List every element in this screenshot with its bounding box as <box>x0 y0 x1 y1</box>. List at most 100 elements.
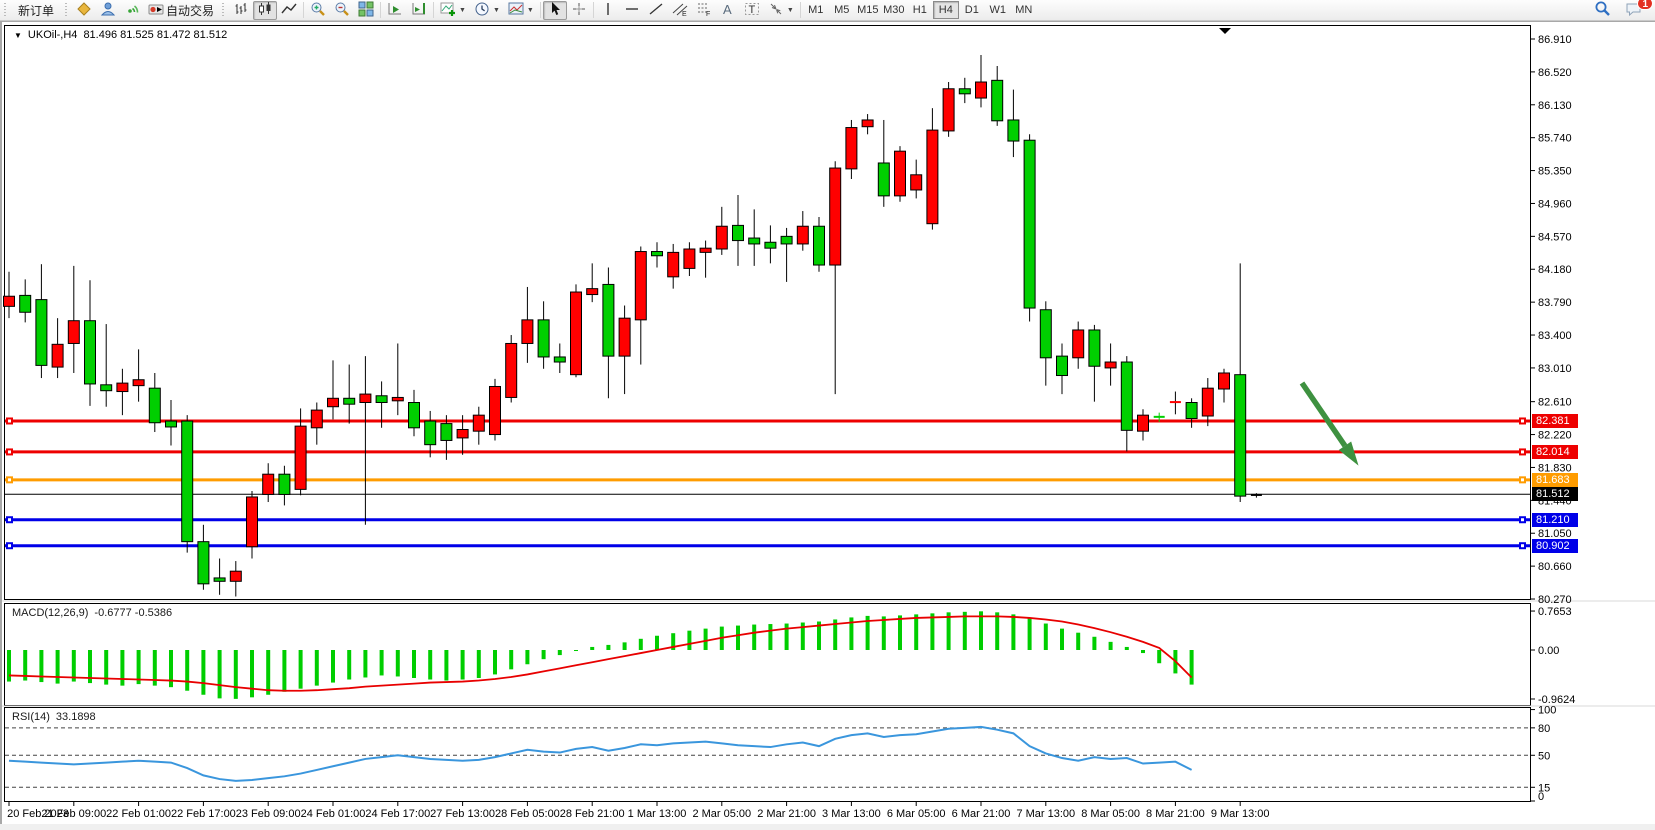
line-chart-button[interactable] <box>277 1 301 20</box>
time-label: 1 Mar 13:00 <box>628 808 687 820</box>
candle-body <box>943 89 954 131</box>
reports-icon <box>76 1 92 20</box>
trendline-button[interactable] <box>644 1 668 20</box>
zoom-in-button[interactable] <box>306 1 330 20</box>
candlestick-button[interactable] <box>253 1 277 20</box>
chart-shift-button[interactable] <box>407 1 431 20</box>
time-label: 22 Feb 01:00 <box>106 808 171 820</box>
tile-windows-button[interactable] <box>354 1 378 20</box>
signals-button[interactable] <box>120 1 144 20</box>
candle-body <box>328 398 339 406</box>
candle-body <box>992 80 1003 120</box>
cursor-button[interactable] <box>543 1 567 20</box>
candle-body <box>587 289 598 295</box>
chevron-down-icon: ▼ <box>493 7 500 14</box>
candle-body <box>295 426 306 489</box>
time-label: 6 Mar 05:00 <box>887 808 946 820</box>
notifications-button[interactable]: 1 <box>1621 1 1647 20</box>
time-label: 27 Feb 13:00 <box>430 808 495 820</box>
timeframe-M5[interactable]: M5 <box>829 1 855 19</box>
candle-body <box>765 242 776 248</box>
accounts-button[interactable] <box>96 1 120 20</box>
zoom-out-button[interactable] <box>330 1 354 20</box>
toolbar-drag-handle[interactable] <box>221 3 226 18</box>
timeframe-MN[interactable]: MN <box>1011 1 1037 19</box>
toolbar-separator <box>433 2 434 18</box>
label-button[interactable]: T <box>740 1 764 20</box>
indicators-icon <box>440 1 456 20</box>
templates-icon <box>508 1 524 20</box>
channel-icon: E <box>672 1 688 20</box>
candle-body <box>68 321 79 344</box>
chart-collapse-icon[interactable]: ▼ <box>14 31 22 40</box>
timeframe-D1[interactable]: D1 <box>959 1 985 19</box>
time-label: 28 Feb 05:00 <box>495 808 560 820</box>
toolbar-drag-handle[interactable] <box>64 3 69 18</box>
svg-text:E: E <box>682 11 687 17</box>
reports-button[interactable] <box>72 1 96 20</box>
price-line-anchor-dot <box>8 544 11 547</box>
timeframe-M15[interactable]: M15 <box>855 1 881 19</box>
templates-button[interactable]: ▼ <box>504 1 538 20</box>
candle-body <box>1057 356 1068 375</box>
candle-body <box>441 424 452 441</box>
price-line-anchor-dot <box>1521 419 1524 422</box>
toolbar-drag-handle[interactable] <box>3 3 8 18</box>
auto-scroll-button[interactable] <box>383 1 407 20</box>
candle-body <box>230 571 241 581</box>
candle-body <box>360 394 371 402</box>
candle-body <box>409 403 420 428</box>
time-label: 21 Feb 09:00 <box>41 808 106 820</box>
candle-body <box>4 296 15 306</box>
zoom-in-icon <box>310 1 326 20</box>
candle-body <box>797 226 808 244</box>
candle-body <box>554 357 565 362</box>
new-order-button[interactable]: 新订单 <box>11 1 61 20</box>
label-icon: T <box>744 1 760 20</box>
price-line-anchor-dot <box>8 478 11 481</box>
candle-body <box>684 249 695 268</box>
trendline-icon <box>648 1 664 20</box>
vertical-line-button[interactable] <box>596 1 620 20</box>
price-tick-label: 80.270 <box>1538 594 1572 606</box>
toolbar-separator <box>593 2 594 18</box>
channel-button[interactable]: E <box>668 1 692 20</box>
horizontal-line-button[interactable] <box>620 1 644 20</box>
price-line-anchor-dot <box>1521 518 1524 521</box>
timeframe-M1[interactable]: M1 <box>803 1 829 19</box>
timeframe-H1[interactable]: H1 <box>907 1 933 19</box>
bar-chart-button[interactable] <box>229 1 253 20</box>
time-label: 8 Mar 05:00 <box>1081 808 1140 820</box>
chart-window[interactable]: 86.91086.52086.13085.74085.35084.96084.5… <box>0 21 1655 824</box>
price-tick-label: 84.180 <box>1538 264 1572 276</box>
text-button[interactable]: A <box>716 1 740 20</box>
autotrade-button[interactable]: 自动交易 <box>144 1 218 20</box>
chart-canvas[interactable]: 86.91086.52086.13085.74085.35084.96084.5… <box>2 22 1655 825</box>
time-label: 28 Feb 21:00 <box>560 808 625 820</box>
candle-body <box>425 421 436 445</box>
tile-windows-icon <box>358 1 374 20</box>
shapes-button[interactable]: ▼ <box>764 1 798 20</box>
periods-button[interactable]: ▼ <box>470 1 504 20</box>
timeframe-H4[interactable]: H4 <box>933 1 959 19</box>
time-label: 2 Mar 21:00 <box>757 808 816 820</box>
rsi-axis-label: 0 <box>1538 791 1544 803</box>
svg-text:T: T <box>748 4 755 16</box>
candle-body <box>1186 403 1197 419</box>
macd-name: MACD(12,26,9) <box>12 607 88 619</box>
price-tag-82.014: 82.014 <box>1532 445 1578 459</box>
time-label: 24 Feb 17:00 <box>365 808 430 820</box>
price-tick-label: 84.960 <box>1538 198 1572 210</box>
timeframe-M30[interactable]: M30 <box>881 1 907 19</box>
candle-body <box>101 385 112 391</box>
indicators-button[interactable]: ▼ <box>436 1 470 20</box>
toolbar-separator <box>800 2 801 18</box>
search-button[interactable] <box>1590 1 1615 20</box>
trend-arrow-shaft[interactable] <box>1302 383 1345 446</box>
crosshair-button[interactable] <box>567 1 591 20</box>
timeframe-W1[interactable]: W1 <box>985 1 1011 19</box>
candle-body <box>781 236 792 244</box>
rsi-axis-label: 100 <box>1538 705 1556 717</box>
fibonacci-button[interactable]: F <box>692 1 716 20</box>
candle-body <box>830 168 841 265</box>
